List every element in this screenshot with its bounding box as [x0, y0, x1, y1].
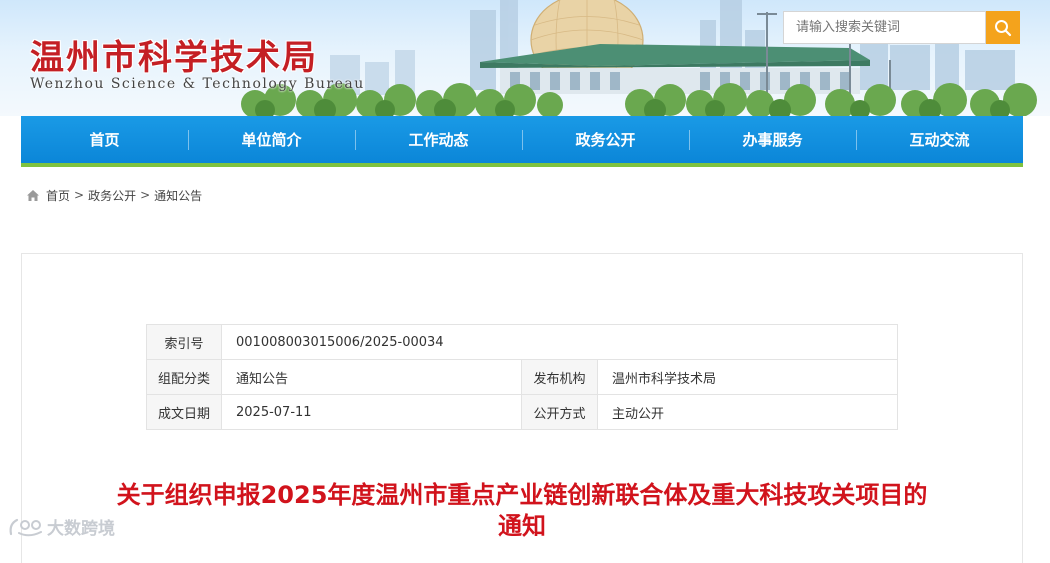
- breadcrumb-link-home[interactable]: 首页: [46, 187, 70, 204]
- search-input[interactable]: [783, 11, 986, 44]
- index-label: 索引号: [146, 324, 222, 360]
- main-nav: 首页 单位简介 工作动态 政务公开 办事服务 互动交流: [21, 116, 1023, 167]
- nav-item-interaction[interactable]: 互动交流: [856, 116, 1023, 163]
- date-label: 成文日期: [146, 394, 222, 430]
- nav-item-about[interactable]: 单位简介: [188, 116, 355, 163]
- publisher-label: 发布机构: [521, 359, 598, 395]
- breadcrumb: 首页 > 政务公开 > 通知公告: [26, 187, 202, 203]
- category-value: 通知公告: [221, 359, 522, 395]
- table-row: 成文日期 2025-07-11 公开方式 主动公开: [146, 394, 898, 430]
- breadcrumb-link-notices[interactable]: 通知公告: [154, 187, 202, 204]
- document-info-table: 索引号 001008003015006/2025-00034 组配分类 通知公告…: [146, 324, 898, 430]
- breadcrumb-separator: >: [74, 188, 85, 202]
- nav-item-government-affairs[interactable]: 政务公开: [522, 116, 689, 163]
- nav-item-news[interactable]: 工作动态: [355, 116, 522, 163]
- watermark: 大数跨境: [7, 514, 115, 539]
- breadcrumb-separator: >: [140, 188, 151, 202]
- site-subtitle: Wenzhou Science & Technology Bureau: [30, 76, 365, 92]
- index-value: 001008003015006/2025-00034: [221, 324, 898, 360]
- search-button[interactable]: [986, 11, 1020, 44]
- article-title: 关于组织申报2025年度温州市重点产业链创新联合体及重大科技攻关项目的 通知: [21, 480, 1023, 542]
- date-value: 2025-07-11: [221, 394, 522, 430]
- publisher-value: 温州市科学技术局: [597, 359, 898, 395]
- watermark-logo-icon: [9, 518, 42, 536]
- site-title: 温州市科学技术局: [30, 38, 318, 78]
- nav-item-services[interactable]: 办事服务: [689, 116, 856, 163]
- disclosure-label: 公开方式: [521, 394, 598, 430]
- table-row: 组配分类 通知公告 发布机构 温州市科学技术局: [146, 359, 898, 395]
- nav-item-home[interactable]: 首页: [21, 116, 188, 163]
- article-title-line-2: 通知: [498, 512, 546, 540]
- table-row: 索引号 001008003015006/2025-00034: [146, 324, 898, 360]
- home-icon: [26, 189, 40, 202]
- header-banner: 温州市科学技术局 Wenzhou Science & Technology Bu…: [0, 0, 1050, 116]
- search-icon: [995, 19, 1012, 36]
- watermark-text: 大数跨境: [47, 519, 115, 539]
- category-label: 组配分类: [146, 359, 222, 395]
- breadcrumb-link-government-affairs[interactable]: 政务公开: [88, 187, 136, 204]
- article-title-line-1: 关于组织申报2025年度温州市重点产业链创新联合体及重大科技攻关项目的: [116, 481, 928, 509]
- disclosure-value: 主动公开: [597, 394, 898, 430]
